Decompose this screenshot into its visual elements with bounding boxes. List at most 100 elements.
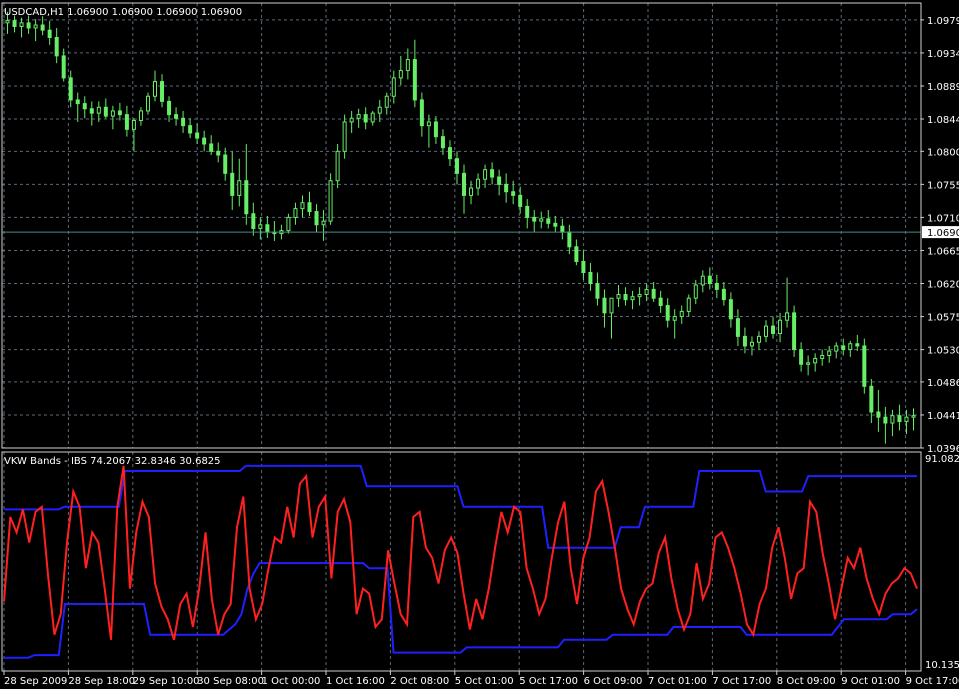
candle-body: [869, 385, 874, 413]
candle-body: [490, 169, 495, 178]
time-tick-label: 7 Oct 01:00: [648, 676, 707, 687]
candle-body: [602, 297, 607, 314]
candle-body: [188, 125, 193, 134]
price-tick-label: 1.08000: [927, 147, 959, 158]
candle-body: [834, 345, 839, 352]
candle-body: [152, 81, 157, 97]
candle-body: [462, 172, 467, 196]
time-tick-label: 29 Sep 10:00: [133, 676, 200, 687]
price-tick-label: 1.09340: [927, 49, 959, 60]
candle-body: [771, 325, 776, 334]
candle-body: [5, 20, 10, 24]
candle-body: [504, 183, 509, 193]
time-tick-label: 1 Oct 16:00: [326, 676, 385, 687]
candle-body: [47, 29, 52, 39]
candle-body: [110, 110, 115, 117]
candle-body: [96, 106, 101, 114]
candle-body: [398, 70, 403, 79]
candle-body: [138, 110, 143, 121]
candle-body: [82, 103, 87, 110]
candle-body: [377, 106, 382, 114]
candle-body: [384, 95, 389, 108]
price-tick-label: 1.05300: [927, 346, 959, 357]
trading-chart[interactable]: USDCAD,H1 1.06900 1.06900 1.06900 1.0690…: [0, 0, 959, 689]
candle-body: [721, 288, 726, 301]
candle-body: [230, 172, 235, 196]
candle-body: [532, 216, 537, 222]
candle-body: [286, 216, 291, 232]
candle-body: [813, 357, 818, 364]
time-tick-label: 28 Sep 2009: [4, 676, 67, 687]
candle-body: [237, 180, 242, 196]
time-tick-label: 7 Oct 17:00: [712, 676, 771, 687]
candle-body: [68, 77, 73, 101]
candle-body: [588, 271, 593, 285]
candle-body: [307, 202, 312, 213]
candle-body: [693, 284, 698, 299]
candle-body: [862, 345, 867, 387]
candle-body: [553, 222, 558, 227]
price-tick-label: 1.08890: [927, 82, 959, 93]
candle-body: [89, 108, 94, 114]
candle-body: [728, 299, 733, 320]
candle-body: [117, 110, 122, 116]
candle-body: [33, 24, 38, 29]
candle-body: [419, 99, 424, 127]
price-tick-label: 1.07550: [927, 180, 959, 191]
candle-body: [363, 114, 368, 123]
price-tick-label: 1.05750: [927, 313, 959, 324]
candle-body: [216, 150, 221, 156]
candle-body: [54, 37, 59, 57]
candle-body: [483, 169, 488, 180]
candle-body: [560, 225, 565, 233]
candle-body: [637, 294, 642, 298]
candle-body: [426, 121, 431, 127]
candle-body: [686, 297, 691, 312]
candle-body: [405, 59, 410, 72]
candle-body: [876, 411, 881, 418]
price-tick-label: 1.04860: [927, 378, 959, 389]
candle-body: [258, 224, 263, 229]
candle-body: [616, 294, 621, 299]
candle-body: [433, 121, 438, 138]
candle-body: [546, 218, 551, 224]
candle-body: [855, 343, 860, 347]
candle-body: [841, 345, 846, 351]
time-tick-label: 2 Oct 08:00: [390, 676, 449, 687]
candle-body: [412, 59, 417, 101]
candle-body: [848, 343, 853, 351]
candle-body: [342, 121, 347, 152]
candle-body: [799, 349, 804, 365]
current-price-tag: 1.06900: [922, 226, 959, 239]
candle-body: [454, 158, 459, 174]
candle: [145, 92, 150, 115]
candle-body: [40, 24, 45, 31]
candle: [328, 173, 333, 225]
candle-body: [370, 112, 375, 123]
candle-body: [518, 194, 523, 207]
candle-body: [440, 136, 445, 149]
time-tick-label: 5 Oct 01:00: [455, 676, 514, 687]
candle-body: [293, 208, 298, 218]
time-tick-label: 30 Sep 08:00: [197, 676, 264, 687]
candle-body: [707, 275, 712, 285]
candle: [862, 338, 867, 394]
candle-body: [349, 117, 354, 123]
candle-body: [820, 354, 825, 359]
symbol-label: USDCAD,H1 1.06900 1.06900 1.06900 1.0690…: [4, 7, 242, 18]
current-price-value: 1.06900: [927, 228, 959, 239]
candle-body: [904, 416, 909, 423]
time-tick-label: 28 Sep 18:00: [68, 676, 135, 687]
candle-body: [124, 114, 129, 130]
candle-body: [160, 81, 165, 102]
indicator-max-label: 91.0825: [925, 454, 959, 465]
candle-body: [335, 150, 340, 182]
time-tick-label: 8 Oct 09:00: [777, 676, 836, 687]
candle-body: [672, 316, 677, 321]
candle-body: [321, 220, 326, 226]
candle-body: [714, 283, 719, 290]
candle-body: [623, 294, 628, 301]
candle-body: [595, 283, 600, 299]
candle-body: [644, 288, 649, 296]
candle-body: [764, 325, 769, 337]
